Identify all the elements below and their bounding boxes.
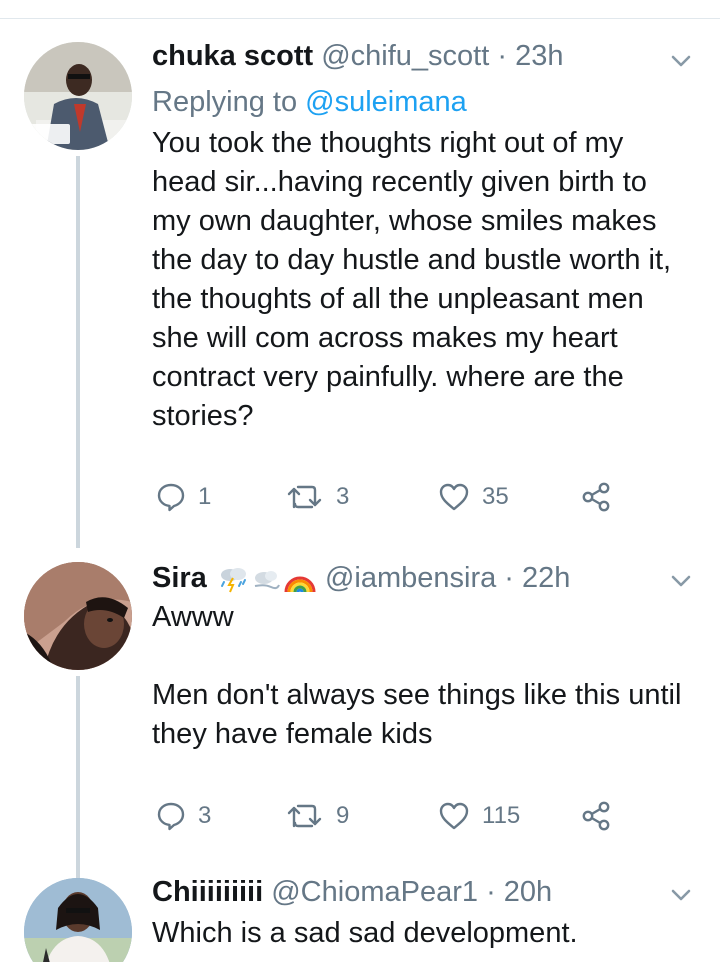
author-handle[interactable]: @ChiomaPear1 <box>271 876 478 908</box>
reply-icon <box>157 802 185 831</box>
like-action[interactable]: 35 <box>438 479 509 515</box>
author-name[interactable]: chuka scott <box>152 40 313 72</box>
share-action[interactable] <box>580 479 612 515</box>
separator-dot: · <box>497 40 508 72</box>
tweet-text: You took the thoughts right out of my he… <box>152 127 672 432</box>
separator-dot: · <box>504 562 514 594</box>
tweet-text: Which is a sad sad development. <box>152 917 578 949</box>
separator-dot: · <box>486 876 496 908</box>
retweet-count: 9 <box>336 802 350 829</box>
timestamp[interactable]: 20h <box>504 876 552 908</box>
tweet-text: Awww Men don't always see things like th… <box>152 601 682 750</box>
avatar[interactable] <box>24 562 132 670</box>
author-name[interactable]: Sira <box>152 562 207 594</box>
avatar-photo <box>24 42 132 150</box>
avatar-photo <box>24 562 132 670</box>
rainbow-emoji-icon <box>284 576 316 593</box>
tweet-actions: 1 3 35 <box>152 479 622 515</box>
share-action[interactable] <box>580 798 612 834</box>
top-divider <box>0 18 720 19</box>
retweet-action[interactable]: 9 <box>286 798 349 834</box>
thread-line <box>76 676 80 880</box>
retweet-action[interactable]: 3 <box>286 479 349 515</box>
share-icon <box>582 482 610 512</box>
reply-icon <box>157 483 185 512</box>
thread-line <box>76 156 80 548</box>
reply-action[interactable]: 1 <box>156 479 211 515</box>
emoji-decorations <box>207 562 317 594</box>
like-count: 115 <box>482 802 521 829</box>
tweet-actions: 3 9 115 <box>152 798 622 834</box>
avatar[interactable] <box>24 42 132 150</box>
timestamp[interactable]: 23h <box>515 40 563 72</box>
author-handle[interactable]: @chifu_scott <box>321 40 489 72</box>
wind-emoji-icon <box>254 571 280 590</box>
author-handle[interactable]: @iambensira <box>325 562 496 594</box>
like-action[interactable]: 115 <box>438 798 520 834</box>
avatar[interactable] <box>24 878 132 962</box>
retweet-count: 3 <box>336 483 350 510</box>
chevron-down-icon[interactable] <box>668 568 694 594</box>
author-name[interactable]: Chiiiiiiiii <box>152 876 263 908</box>
reply-action[interactable]: 3 <box>156 798 211 834</box>
tweet-header: Sira @iambensira · 22h <box>152 560 692 596</box>
retweet-icon <box>287 485 322 509</box>
like-icon <box>439 802 469 830</box>
share-icon <box>582 801 610 831</box>
like-count: 35 <box>482 483 509 510</box>
timestamp[interactable]: 22h <box>522 562 570 594</box>
replying-to: Replying to @suleimana <box>152 84 692 120</box>
reply-count: 1 <box>198 483 212 510</box>
tweet-header: Chiiiiiiiii @ChiomaPear1 · 20h <box>152 874 692 910</box>
tweet-header: chuka scott @chifu_scott · 23h <box>152 38 692 74</box>
avatar-photo <box>24 878 132 962</box>
chevron-down-icon[interactable] <box>668 882 694 908</box>
retweet-icon <box>287 804 322 828</box>
reply-count: 3 <box>198 802 212 829</box>
replying-to-mention[interactable]: @suleimana <box>305 86 467 118</box>
chevron-down-icon[interactable] <box>668 48 694 74</box>
replying-to-label: Replying to <box>152 86 306 118</box>
cloud-lightning-rain-emoji-icon <box>220 568 246 593</box>
like-icon <box>439 483 469 511</box>
